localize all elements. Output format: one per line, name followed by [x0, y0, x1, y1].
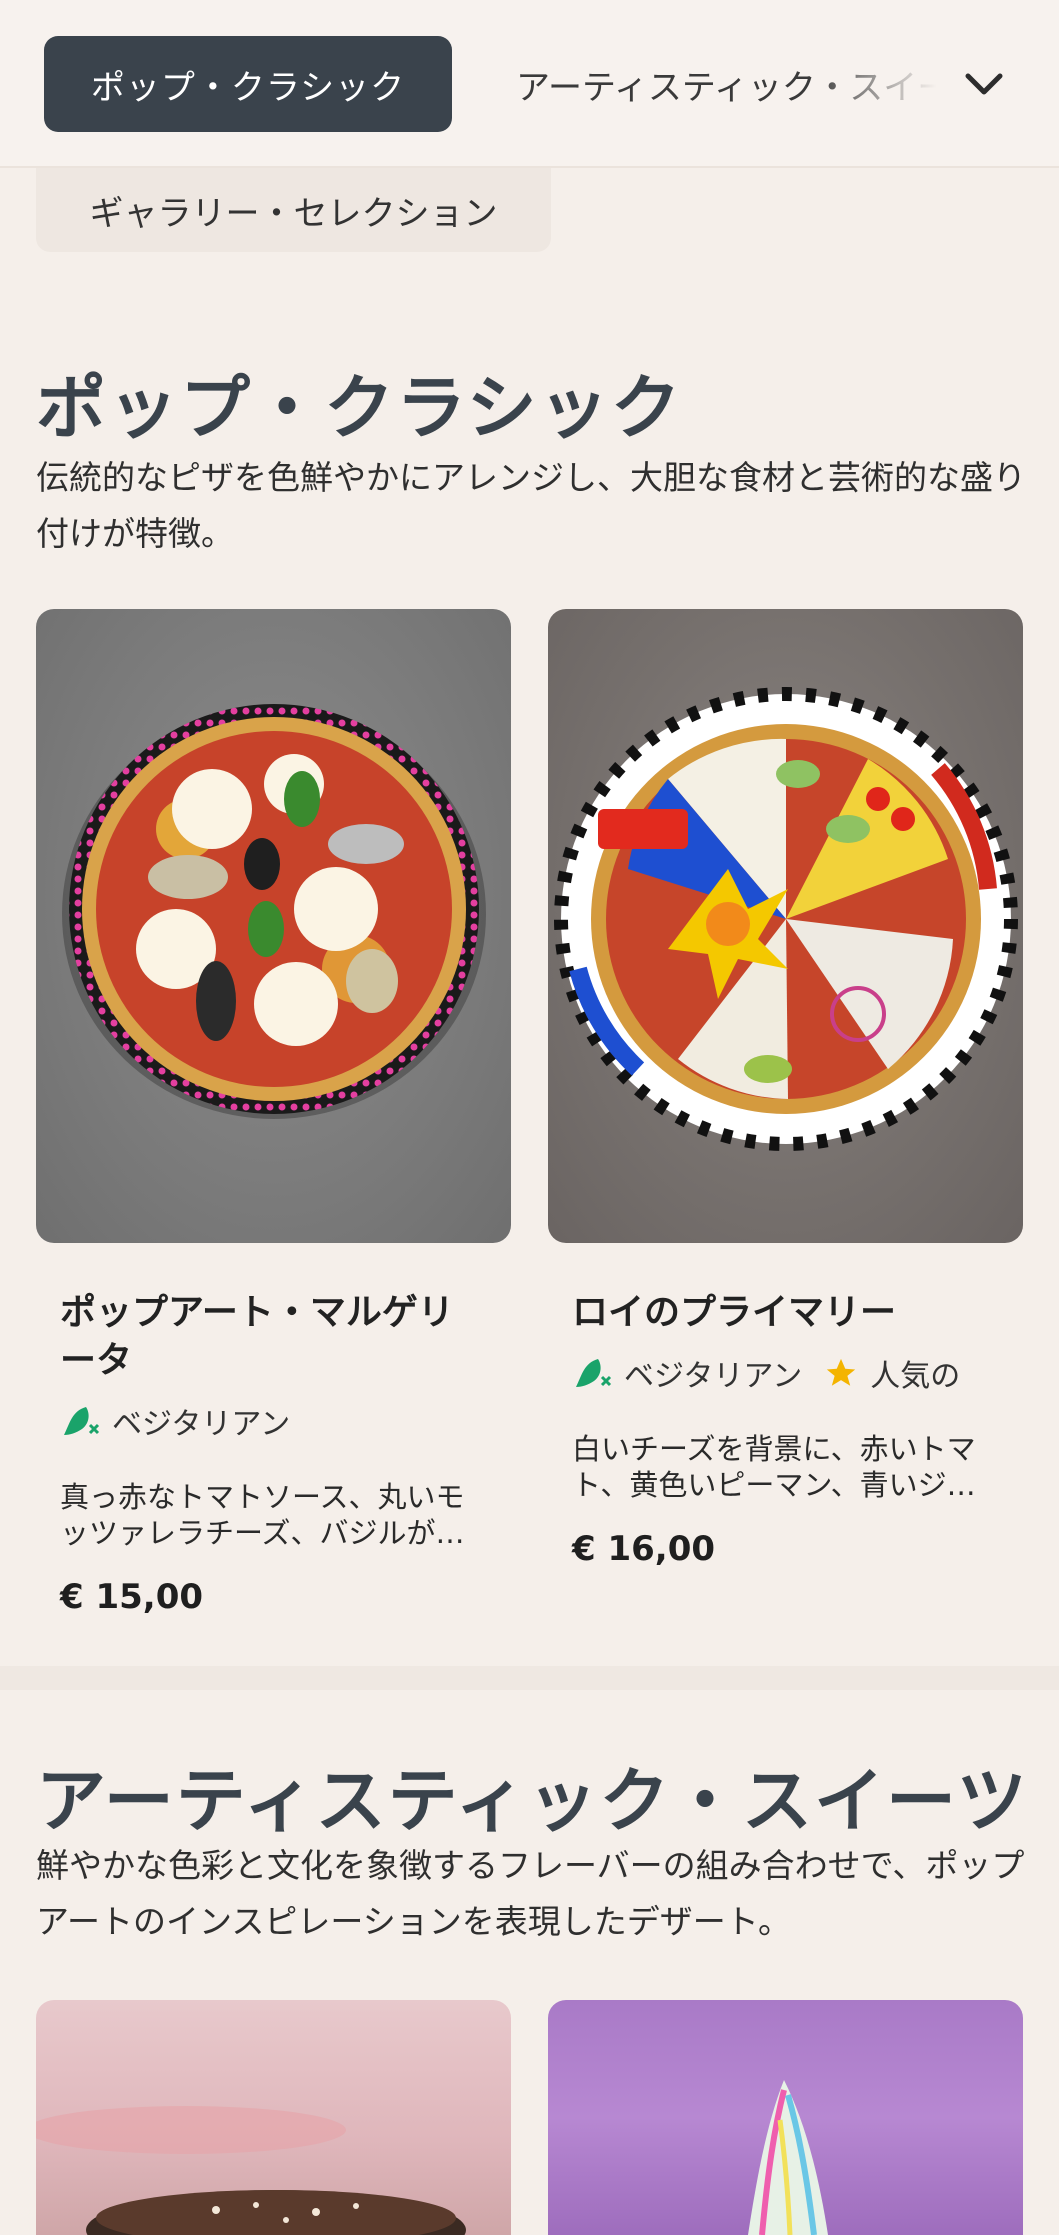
- item-description: 真っ赤なトマトソース、丸いモッツァレラチーズ、バジルが…: [60, 1480, 465, 1550]
- section-divider: [0, 1666, 1059, 1690]
- star-icon: [827, 1358, 856, 1386]
- menu-item-card[interactable]: ロイのプライマリー ベジタリアン 人気の 白いチーズを背景に、赤いトマト、黄色い…: [548, 609, 1023, 1569]
- pizza-image: [36, 609, 511, 1243]
- dessert-illustration: [36, 2106, 466, 2235]
- section-title: ポップ・クラシック: [36, 367, 683, 449]
- tab-pop-classic[interactable]: ポップ・クラシック: [44, 36, 452, 132]
- pizza-illustration: [62, 704, 486, 1119]
- item-tags: ベジタリアン 人気の: [572, 1351, 999, 1395]
- tag-label: ベジタリアン: [112, 1407, 291, 1442]
- menu-item-card[interactable]: [548, 2000, 1023, 2235]
- category-nav: ポップ・クラシック アーティスティック・スイーツ: [0, 0, 1059, 168]
- vegetarian-icon: [64, 1407, 100, 1435]
- tab-label: アーティスティック・スイーツ: [516, 67, 936, 108]
- tab-label: ポップ・クラシック: [90, 67, 406, 108]
- item-price: € 16,00: [572, 1529, 716, 1569]
- menu-item-card[interactable]: [36, 2000, 511, 2235]
- tag-popular: 人気の: [824, 1351, 960, 1395]
- section-description: 伝統的なピザを色鮮やかにアレンジし、大胆な食材と芸術的な盛り付けが特徴。: [36, 458, 1026, 553]
- dessert-illustration: [748, 2080, 828, 2235]
- tab-gallery-selection[interactable]: ギャラリー・セレクション: [36, 168, 551, 252]
- item-name: ロイのプライマリー: [572, 1292, 897, 1333]
- vegetarian-icon: [576, 1359, 612, 1387]
- item-price: € 15,00: [60, 1577, 204, 1617]
- section-description: 鮮やかな色彩と文化を象徴するフレーバーの組み合わせで、ポップアートのインスピレー…: [36, 1846, 1025, 1941]
- tag-label: ベジタリアン: [624, 1359, 803, 1394]
- menu-item-card[interactable]: ポップアート・マルゲリータ ベジタリアン 真っ赤なトマトソース、丸いモッツァレラ…: [36, 609, 511, 1617]
- item-description: 白いチーズを背景に、赤いトマト、黄色いピーマン、青いジ…: [572, 1432, 976, 1502]
- dessert-image: [548, 2000, 1023, 2235]
- pizza-image: [548, 609, 1023, 1243]
- tab-artistic-sweets[interactable]: アーティスティック・スイーツ: [516, 36, 936, 132]
- dessert-image: [36, 2000, 511, 2235]
- section-title: アーティスティック・スイーツ: [36, 1760, 1029, 1842]
- item-name: ポップアート・マルゲリータ: [60, 1292, 454, 1381]
- chevron-down-icon[interactable]: [960, 60, 1008, 108]
- tag-vegetarian: ベジタリアン: [60, 1399, 290, 1443]
- tab-label: ギャラリー・セレクション: [89, 193, 498, 234]
- tag-label: 人気の: [870, 1359, 961, 1394]
- tag-vegetarian: ベジタリアン: [572, 1351, 802, 1395]
- item-tags: ベジタリアン: [60, 1399, 487, 1443]
- pizza-illustration: [554, 687, 1018, 1151]
